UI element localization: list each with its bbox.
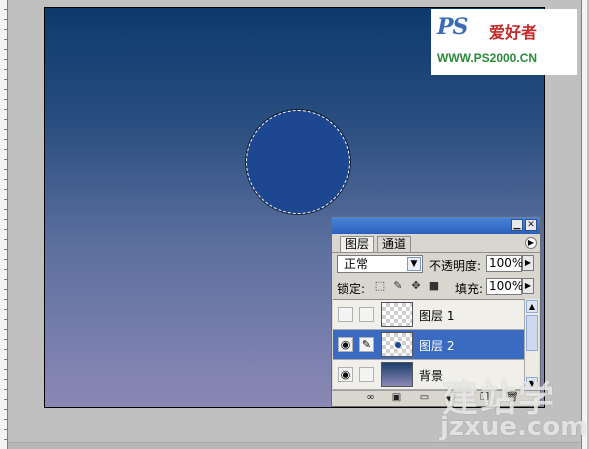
site-watermark-url: jzxue.com xyxy=(440,412,588,442)
link-cell-empty[interactable] xyxy=(359,307,374,322)
panel-menu-arrow-icon[interactable]: ▶ xyxy=(525,237,537,249)
background-thumbnail xyxy=(381,362,413,387)
layer-thumbnail xyxy=(381,332,413,357)
blend-mode-select[interactable]: 正常 ▼ xyxy=(337,255,423,273)
tab-layers[interactable]: 图层 xyxy=(340,236,375,252)
layer-name: 图层 2 xyxy=(419,339,455,353)
fill-input[interactable]: 100% xyxy=(486,278,523,295)
chevron-down-icon[interactable]: ▼ xyxy=(407,257,421,271)
layer-row-layer1[interactable]: 图层 1 xyxy=(333,300,527,330)
lock-transparent-icon[interactable]: ⬚ xyxy=(374,280,386,292)
visibility-toggle-empty[interactable] xyxy=(338,307,353,322)
link-layers-icon[interactable]: ∞ xyxy=(364,392,377,404)
fill-label: 填充: xyxy=(455,282,484,296)
watermark-url: WWW.PS2000.CN xyxy=(437,51,538,65)
layer-thumbnail xyxy=(381,302,413,327)
link-cell-empty[interactable] xyxy=(359,367,374,382)
opacity-input[interactable]: 100% xyxy=(486,255,523,272)
scroll-thumb[interactable] xyxy=(526,315,538,351)
opacity-label: 不透明度: xyxy=(429,259,482,273)
add-mask-icon[interactable]: ▣ xyxy=(390,392,403,404)
left-ruler xyxy=(0,0,8,449)
ps-logo-text: PS xyxy=(437,14,468,40)
close-icon[interactable]: ✕ xyxy=(525,219,537,231)
minimize-icon[interactable]: ▁ xyxy=(511,219,523,231)
fill-arrow-icon[interactable]: ▶ xyxy=(522,278,534,294)
lock-pixels-brush-icon[interactable]: ✎ xyxy=(392,280,404,292)
tab-channels[interactable]: 通道 xyxy=(377,236,412,252)
layer-row-layer2[interactable]: ◉ ✎ 图层 2 xyxy=(333,330,527,360)
opacity-arrow-icon[interactable]: ▶ xyxy=(522,255,534,271)
panel-tabs: 图层 通道 ▶ xyxy=(332,234,540,253)
jzxue-watermark: 建站学 jzxue.com xyxy=(440,372,589,449)
lock-label: 锁定: xyxy=(337,282,366,296)
new-group-icon[interactable]: ▭ xyxy=(418,392,431,404)
layer-name: 图层 1 xyxy=(419,309,455,323)
scroll-up-icon[interactable]: ▲ xyxy=(526,300,538,313)
eye-icon[interactable]: ◉ xyxy=(338,367,353,382)
circle-thumb-dot xyxy=(395,342,401,348)
circle-selection[interactable] xyxy=(246,110,350,214)
brush-icon[interactable]: ✎ xyxy=(359,337,374,352)
panel-titlebar[interactable]: ▁ ✕ xyxy=(332,217,540,234)
blend-mode-value: 正常 xyxy=(344,257,369,271)
lock-all-icon[interactable]: ■ xyxy=(428,280,440,292)
ps2000-watermark: PS 爱好者 WWW.PS2000.CN xyxy=(431,9,577,75)
eye-icon[interactable]: ◉ xyxy=(338,337,353,352)
watermark-cn-text: 爱好者 xyxy=(489,23,538,42)
lock-position-move-icon[interactable]: ✥ xyxy=(410,280,422,292)
